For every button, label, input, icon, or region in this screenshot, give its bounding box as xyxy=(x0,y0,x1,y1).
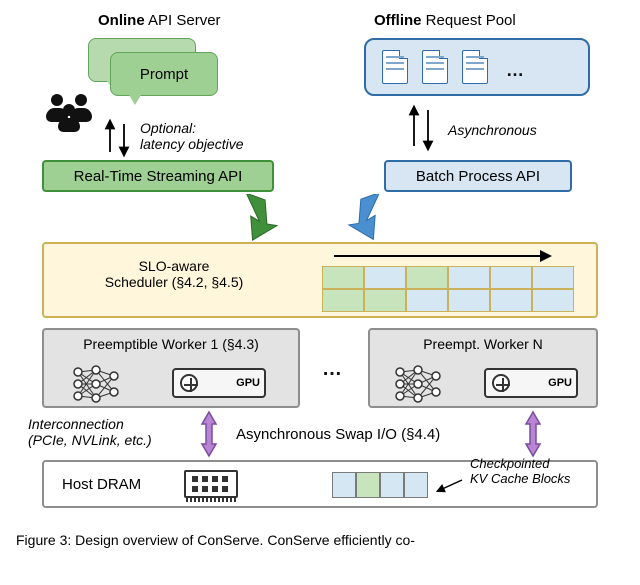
offline-pool: … xyxy=(364,38,590,96)
async-note: Asynchronous xyxy=(448,122,537,138)
neural-net-icon xyxy=(392,364,446,404)
worker-n-label: Preempt. Worker N xyxy=(370,336,596,352)
updown-arrows-right xyxy=(404,104,438,152)
kv-cache-blocks xyxy=(332,472,428,498)
kv-caption: Checkpointed KV Cache Blocks xyxy=(470,456,570,486)
prompt-label: Prompt xyxy=(140,66,188,83)
arrow-green-down xyxy=(228,194,288,244)
dram-chip-icon xyxy=(184,470,238,498)
prompt-bubbles: Prompt xyxy=(84,38,214,108)
scheduler-box: SLO-aware Scheduler (§4.2, §4.5) xyxy=(42,242,598,318)
gpu-icon: GPU xyxy=(172,368,266,398)
gpu-icon: GPU xyxy=(484,368,578,398)
figure-caption: Figure 3: Design overview of ConServe. C… xyxy=(16,532,415,548)
arrow-blue-down xyxy=(338,194,398,244)
interconnect-label: Interconnection (PCIe, NVLink, etc.) xyxy=(28,416,152,448)
purple-updown-arrow-right xyxy=(514,410,552,458)
host-dram-label: Host DRAM xyxy=(62,476,141,493)
queue-grid xyxy=(322,266,574,312)
kv-pointer-arrow xyxy=(436,476,466,496)
online-header: Online API Server xyxy=(98,12,221,29)
batch-api-box: Batch Process API xyxy=(384,160,572,192)
worker-1-box: Preemptible Worker 1 (§4.3) xyxy=(42,328,300,408)
optional-note: Optional: latency objective xyxy=(140,120,244,152)
workers-ellipsis: … xyxy=(322,358,342,381)
swap-label: Asynchronous Swap I/O (§4.4) xyxy=(236,426,440,443)
worker-1-label: Preemptible Worker 1 (§4.3) xyxy=(44,336,298,352)
purple-updown-arrow-left xyxy=(190,410,228,458)
updown-arrows-left xyxy=(100,118,134,158)
scheduler-label: SLO-aware Scheduler (§4.2, §4.5) xyxy=(74,258,274,290)
offline-header: Offline Request Pool xyxy=(374,12,516,29)
right-arrow-icon xyxy=(330,249,560,263)
worker-n-box: Preempt. Worker N GPU xyxy=(368,328,598,408)
realtime-api-box: Real-Time Streaming API xyxy=(42,160,274,192)
neural-net-icon xyxy=(70,364,124,404)
